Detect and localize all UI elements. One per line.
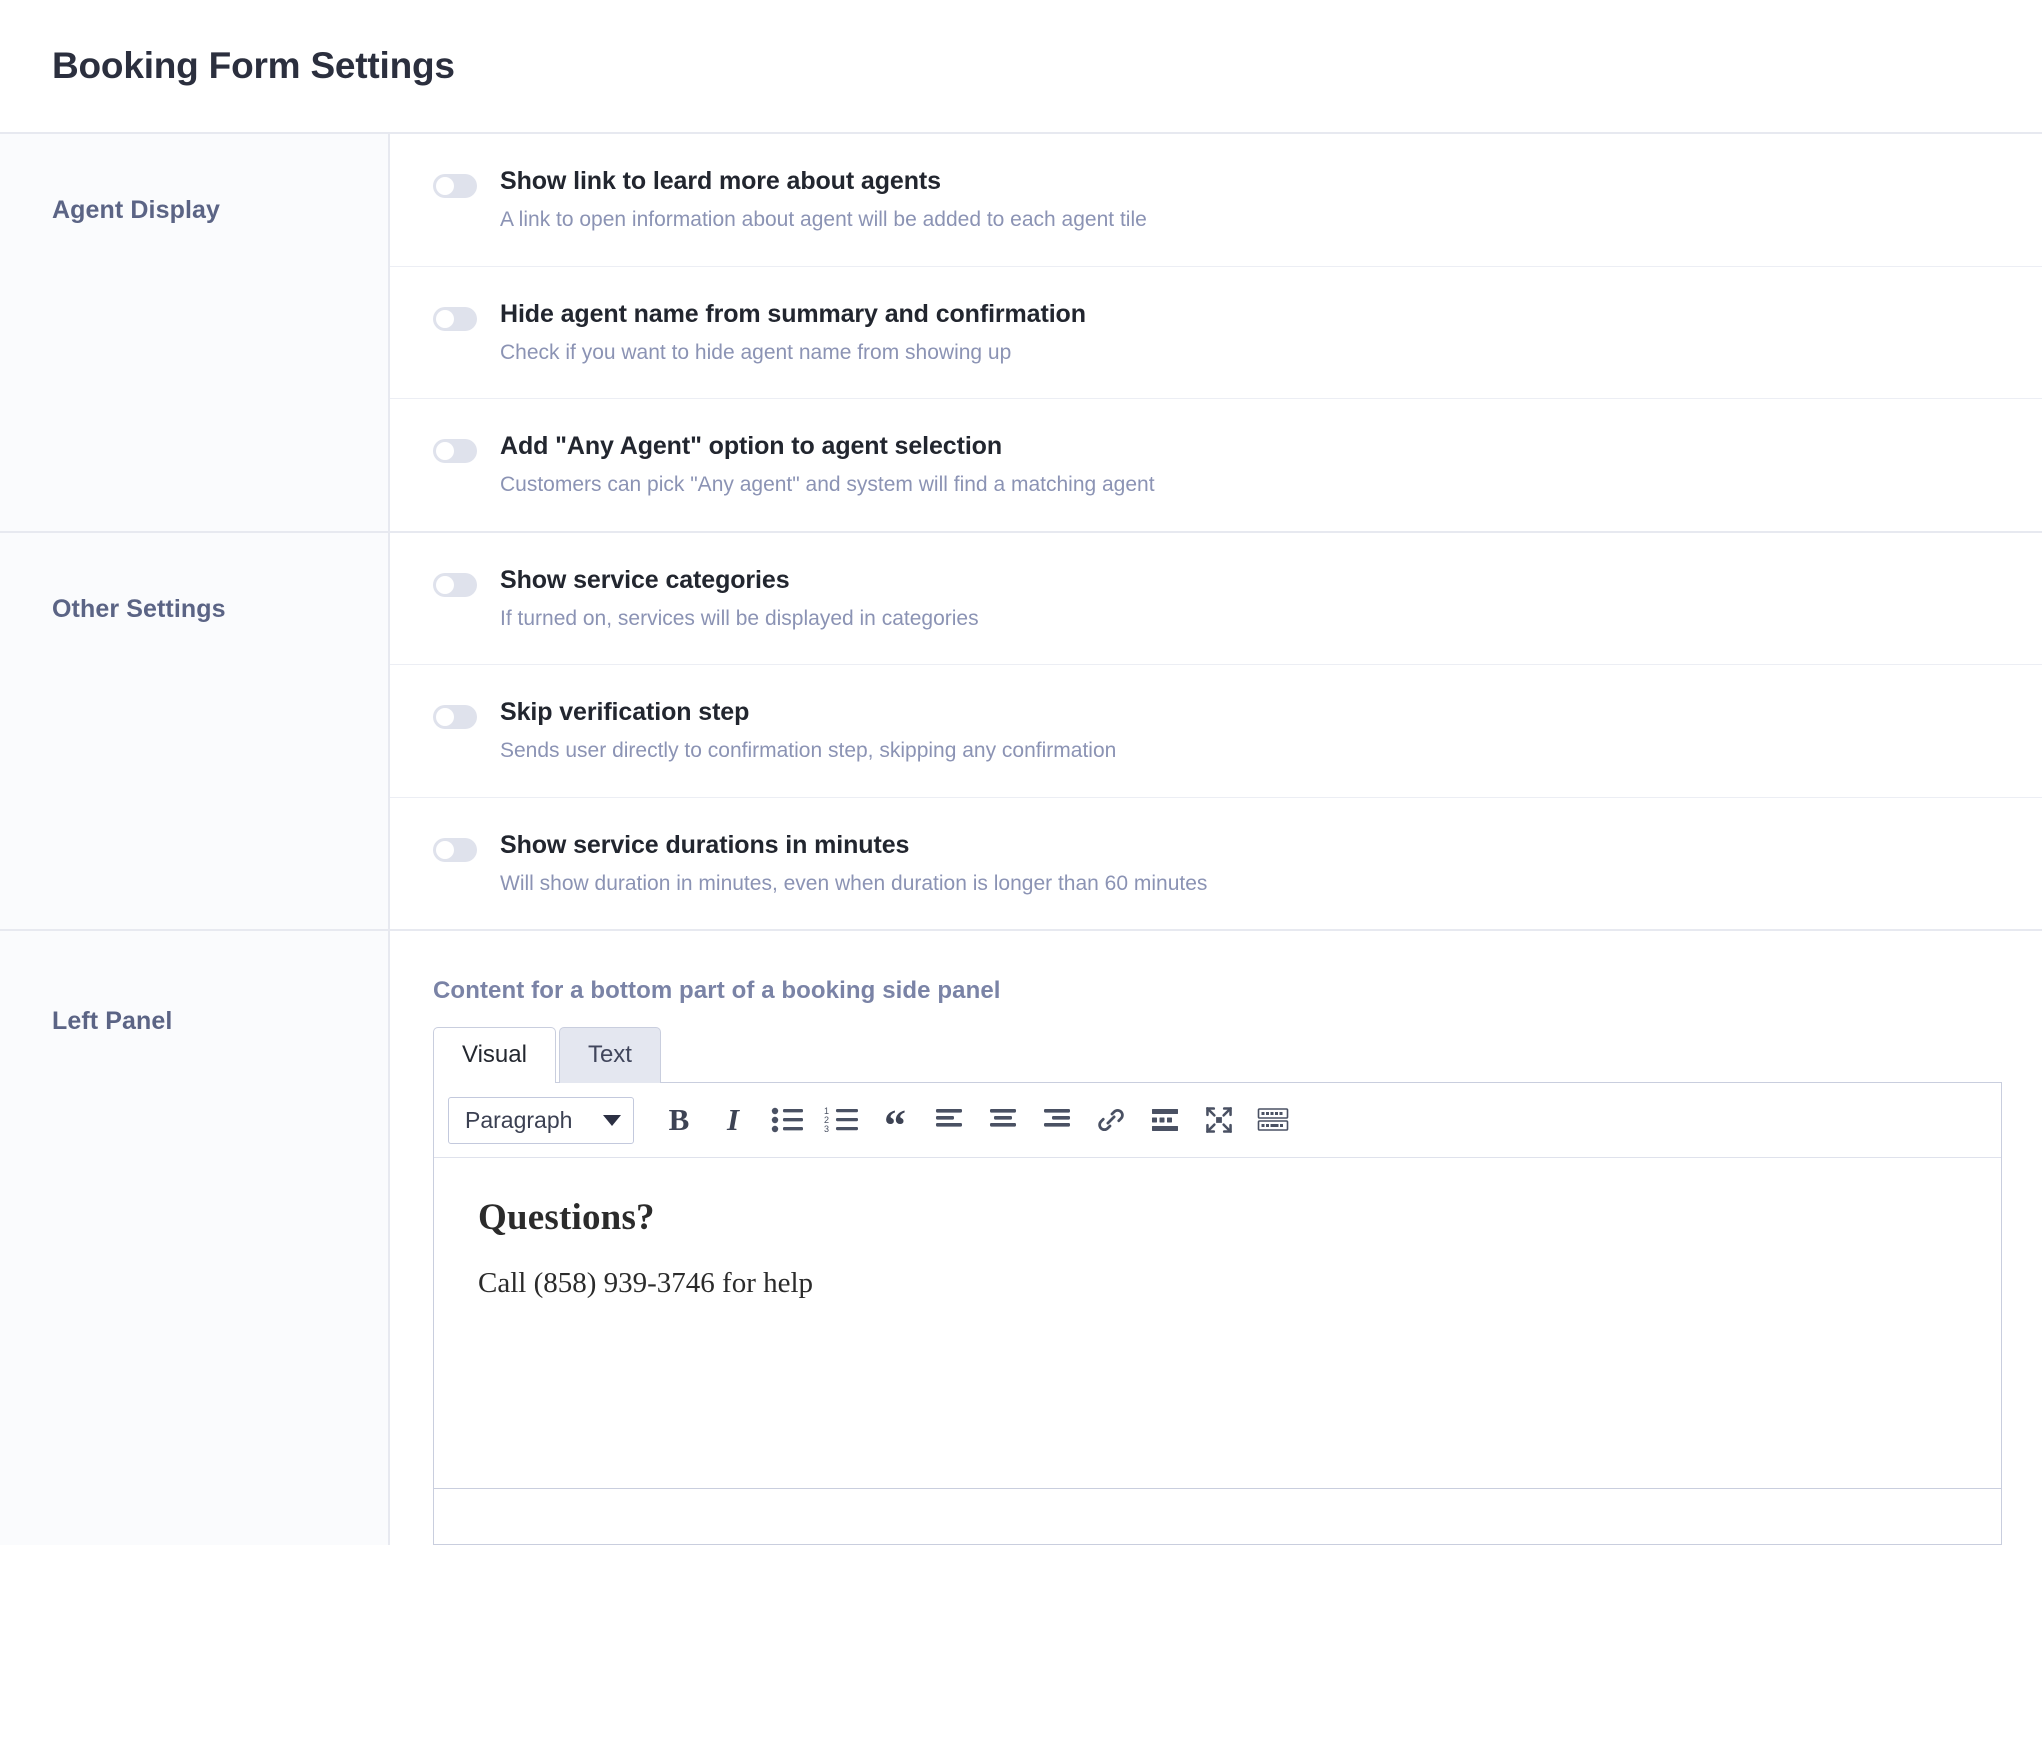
setting-text: Show service categories If turned on, se… — [500, 565, 979, 633]
toggle-show-agent-link[interactable] — [433, 174, 477, 198]
editor-toolbar: Paragraph B I 1 2 3 “ — [434, 1083, 2001, 1159]
toggle-hide-agent-name[interactable] — [433, 306, 477, 331]
setting-row: Skip verification step Sends user direct… — [390, 665, 2042, 798]
setting-description: Customers can pick "Any agent" and syste… — [500, 473, 1155, 497]
toggle-knob — [436, 840, 454, 859]
toggle-show-service-durations[interactable] — [433, 837, 477, 862]
section-aside-left-panel: Left Panel — [0, 931, 390, 1546]
chevron-down-icon — [603, 1114, 621, 1126]
toggle-knob — [436, 177, 454, 195]
toggle-knob — [436, 575, 454, 594]
setting-description: Sends user directly to confirmation step… — [500, 739, 1117, 763]
setting-row: Add "Any Agent" option to agent selectio… — [390, 399, 2042, 531]
setting-description: Will show duration in minutes, even when… — [500, 871, 1208, 895]
align-right-icon[interactable] — [1030, 1096, 1084, 1144]
editor-content-paragraph: Call (858) 939-3746 for help — [478, 1267, 814, 1300]
format-select[interactable]: Paragraph — [448, 1096, 634, 1144]
section-label-agent-display: Agent Display — [52, 196, 220, 224]
section-agent-display: Agent Display Show link to leard more ab… — [0, 134, 2042, 533]
link-icon[interactable] — [1084, 1096, 1138, 1144]
bulleted-list-icon[interactable] — [760, 1096, 814, 1144]
section-body-other-settings: Show service categories If turned on, se… — [390, 532, 2042, 930]
toggle-any-agent-option[interactable] — [433, 439, 477, 464]
section-label-other-settings: Other Settings — [52, 594, 226, 623]
setting-text: Show service durations in minutes Will s… — [500, 830, 1207, 898]
align-center-icon[interactable] — [976, 1096, 1030, 1144]
setting-label: Show service durations in minutes — [500, 830, 910, 859]
setting-label: Skip verification step — [500, 698, 750, 727]
setting-text: Show link to leard more about agents A l… — [500, 166, 1147, 234]
setting-row: Show service categories If turned on, se… — [390, 533, 2042, 666]
section-body-agent-display: Show link to leard more about agents A l… — [390, 134, 2042, 531]
booking-form-settings-page: Booking Form Settings Agent Display Show… — [0, 0, 2042, 1764]
italic-icon[interactable]: I — [706, 1096, 760, 1144]
toggle-knob — [436, 708, 454, 727]
section-aside-other-settings: Other Settings — [0, 532, 390, 930]
setting-text: Skip verification step Sends user direct… — [500, 697, 1116, 765]
section-aside-agent-display: Agent Display — [0, 134, 390, 531]
editor-box: Paragraph B I 1 2 3 “ Questions? Call (8… — [433, 1082, 2002, 1546]
setting-description: A link to open information about agent w… — [500, 208, 1147, 232]
setting-label: Add "Any Agent" option to agent selectio… — [500, 432, 1003, 461]
editor-status-bar — [434, 1488, 2001, 1545]
format-select-value: Paragraph — [465, 1106, 573, 1133]
section-other-settings: Other Settings Show service categories I… — [0, 532, 2042, 932]
editor-caption: Content for a bottom part of a booking s… — [433, 977, 1001, 1005]
tab-visual[interactable]: Visual — [433, 1027, 556, 1084]
read-more-icon[interactable] — [1138, 1096, 1192, 1144]
setting-description: If turned on, services will be displayed… — [500, 606, 979, 630]
svg-text:3: 3 — [824, 1124, 829, 1133]
setting-label: Show service categories — [500, 565, 790, 594]
editor-tabs: Visual Text — [433, 1027, 2002, 1084]
keyboard-shortcuts-icon[interactable] — [1246, 1096, 1300, 1144]
page-header: Booking Form Settings — [0, 0, 2042, 134]
editor-content-heading: Questions? — [478, 1197, 655, 1239]
editor-content-area[interactable]: Questions? Call (858) 939-3746 for help — [434, 1158, 2001, 1489]
setting-row: Show link to leard more about agents A l… — [390, 134, 2042, 267]
setting-label: Hide agent name from summary and confirm… — [500, 299, 1086, 328]
editor-wrapper: Content for a bottom part of a booking s… — [390, 931, 2042, 1546]
setting-text: Add "Any Agent" option to agent selectio… — [500, 431, 1155, 499]
setting-row: Show service durations in minutes Will s… — [390, 798, 2042, 930]
section-body-left-panel: Content for a bottom part of a booking s… — [390, 931, 2042, 1546]
toggle-skip-verification-step[interactable] — [433, 705, 477, 730]
setting-label: Show link to leard more about agents — [500, 167, 941, 195]
align-left-icon[interactable] — [922, 1096, 976, 1144]
toggle-knob — [436, 442, 454, 461]
bold-icon[interactable]: B — [652, 1096, 706, 1144]
numbered-list-icon[interactable]: 1 2 3 — [814, 1096, 868, 1144]
fullscreen-icon[interactable] — [1192, 1096, 1246, 1144]
setting-description: Check if you want to hide agent name fro… — [500, 340, 1012, 364]
section-label-left-panel: Left Panel — [52, 1007, 173, 1036]
section-left-panel: Left Panel Content for a bottom part of … — [0, 931, 2042, 1546]
blockquote-icon[interactable]: “ — [868, 1096, 922, 1148]
page-title: Booking Form Settings — [52, 45, 455, 86]
tab-text[interactable]: Text — [558, 1027, 661, 1084]
setting-text: Hide agent name from summary and confirm… — [500, 299, 1086, 367]
toggle-show-service-categories[interactable] — [433, 572, 477, 597]
setting-row: Hide agent name from summary and confirm… — [390, 267, 2042, 400]
toggle-knob — [436, 309, 454, 328]
